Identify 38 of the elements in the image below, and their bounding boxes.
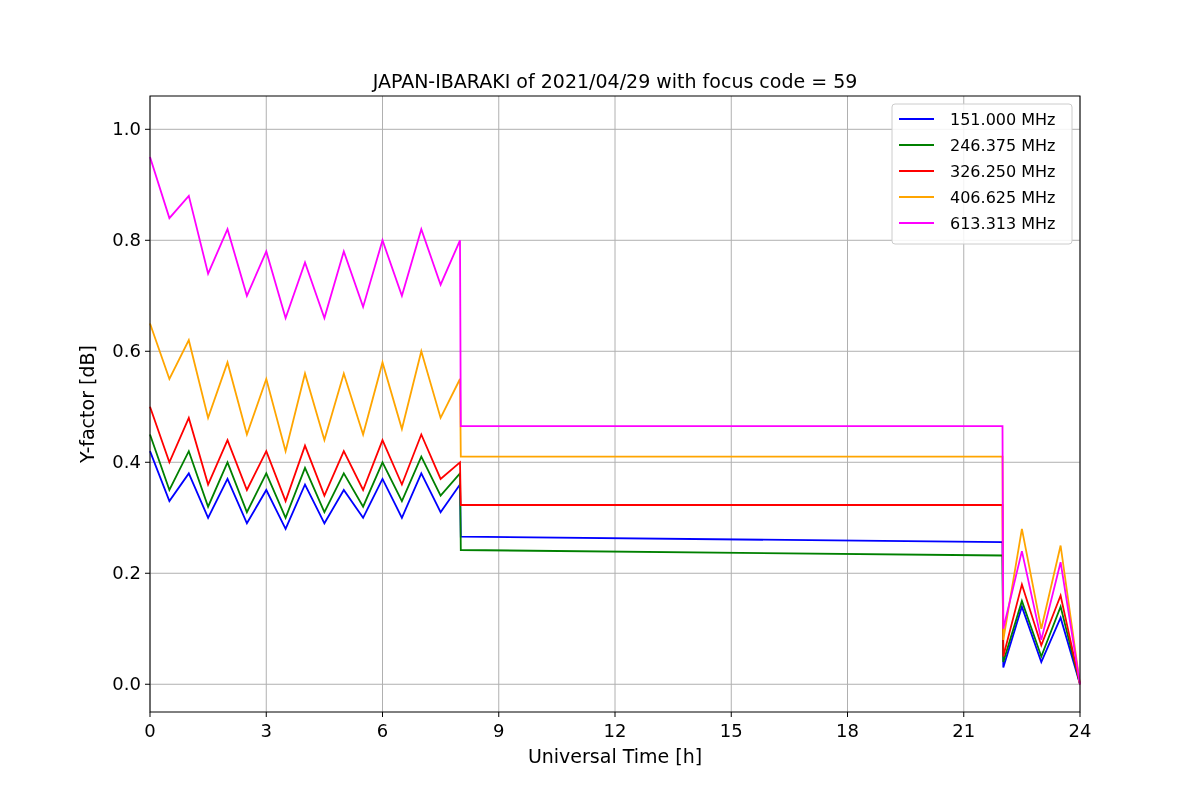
- tick-mark: [149, 711, 151, 718]
- legend-label: 246.375 MHz: [950, 136, 1056, 155]
- tick-mark: [847, 711, 848, 718]
- x-axis-label: Universal Time [h]: [527, 745, 703, 767]
- legend-label: 613.313 MHz: [950, 214, 1056, 233]
- tick-label: 6: [376, 720, 389, 741]
- tick-label: 24: [1068, 720, 1092, 741]
- tick-mark: [730, 711, 732, 718]
- tick-mark: [382, 711, 383, 718]
- tick-mark: [963, 711, 965, 718]
- tick-label: 15: [719, 720, 743, 741]
- tick-label: 0: [144, 720, 156, 741]
- tick-label: 3: [260, 720, 272, 741]
- tick-mark: [144, 239, 151, 241]
- chart-title: JAPAN-IBARAKI of 2021/04/29 with focus code = 59: [372, 70, 858, 92]
- tick-mark: [1079, 711, 1081, 718]
- tick-mark: [498, 711, 500, 718]
- tick-label: 0.2: [112, 562, 141, 584]
- tick-mark: [144, 128, 151, 130]
- legend-label: 406.625 MHz: [950, 188, 1056, 207]
- tick-label: 21: [952, 720, 976, 741]
- tick-label: 0.6: [112, 340, 141, 362]
- tick-label: 12: [603, 720, 627, 741]
- tick-label: 9: [493, 720, 505, 741]
- tick-label: 1.0: [112, 118, 141, 140]
- tick-mark: [144, 350, 151, 352]
- tick-mark: [614, 711, 616, 718]
- tick-label: 0.4: [112, 451, 141, 473]
- tick-label: 0.0: [112, 673, 141, 695]
- legend-label: 326.250 MHz: [950, 162, 1056, 181]
- tick-mark: [144, 461, 151, 463]
- legend-label: 151.000 MHz: [950, 110, 1056, 129]
- tick-label: 0.8: [112, 229, 141, 251]
- tick-mark: [144, 683, 151, 685]
- tick-mark: [265, 711, 267, 718]
- tick-label: 18: [836, 720, 859, 741]
- tick-mark: [144, 572, 151, 574]
- y-axis-label: Y-factor [dB]: [76, 345, 98, 463]
